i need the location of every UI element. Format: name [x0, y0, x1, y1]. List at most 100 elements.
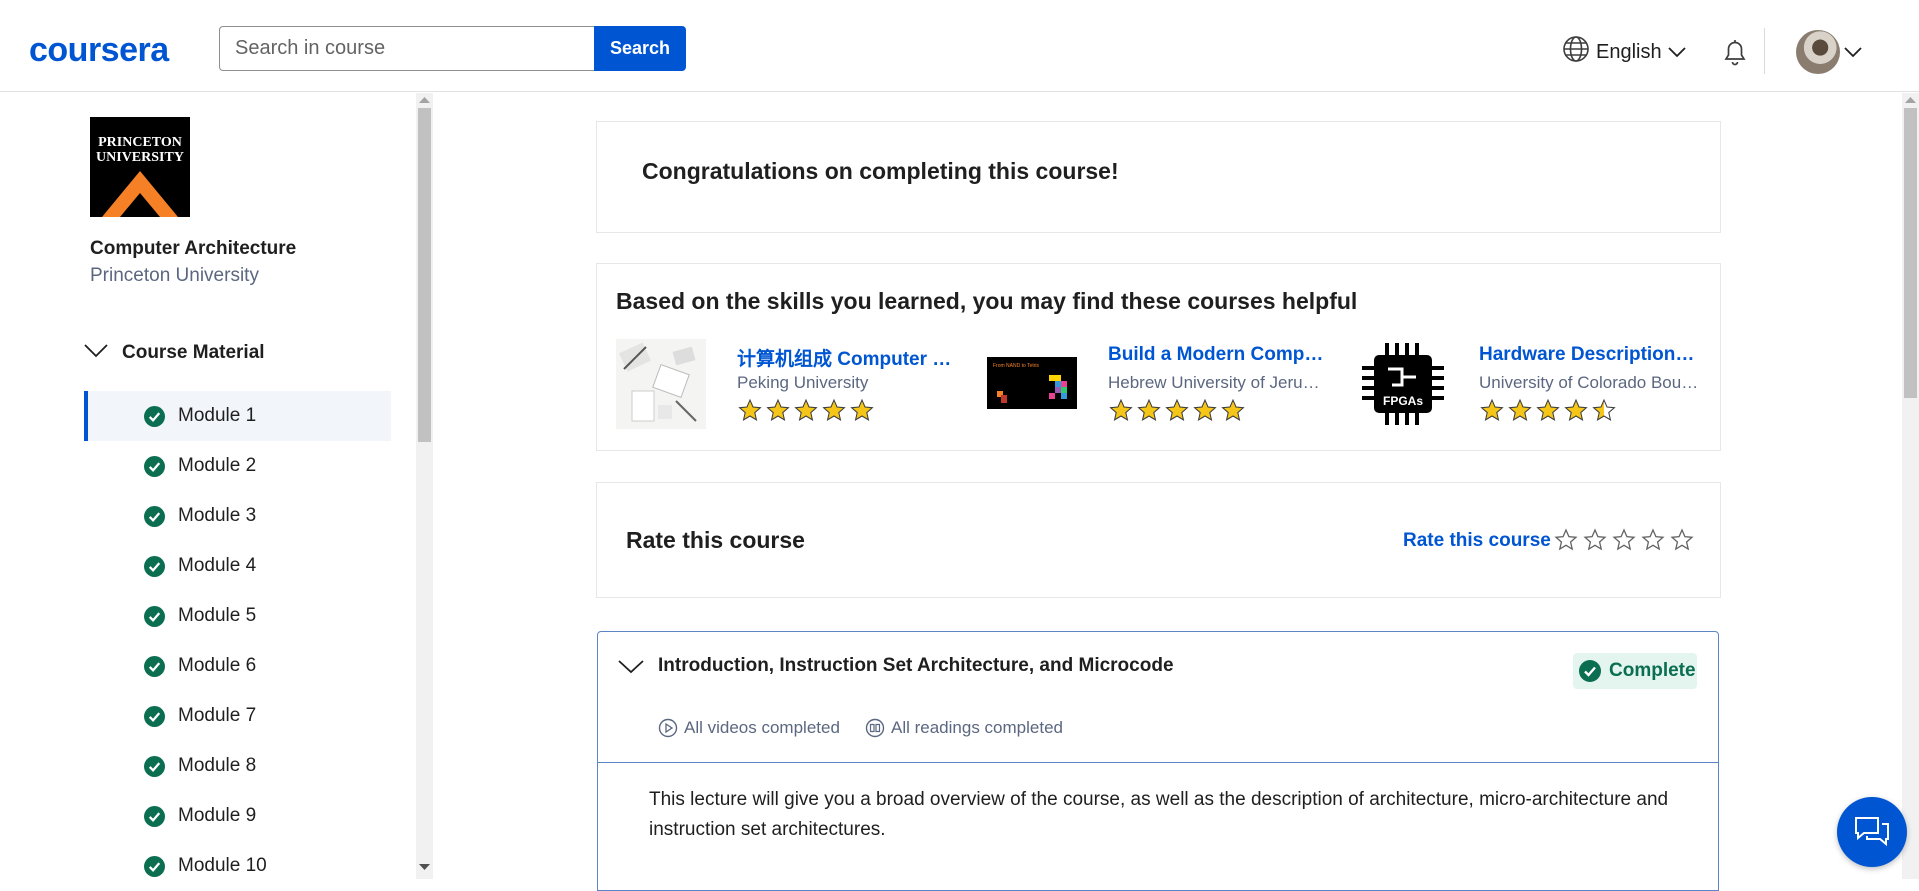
star-half-icon [1592, 398, 1616, 421]
sidebar-item-module-7[interactable]: Module 7 [84, 691, 391, 741]
chat-button[interactable] [1837, 797, 1907, 867]
star-filled-icon [1109, 398, 1133, 421]
module-label: Module 10 [178, 855, 267, 876]
bell-icon[interactable] [1722, 37, 1748, 67]
sidebar-scrollbar-thumb[interactable] [418, 108, 431, 442]
course-material-toggle[interactable]: Course Material [84, 342, 265, 364]
module-title[interactable]: Introduction, Instruction Set Architectu… [658, 655, 1174, 677]
check-circle-icon [144, 806, 165, 827]
star-filled-icon [1564, 398, 1588, 421]
star-filled-icon [738, 398, 762, 421]
star-filled-icon [1137, 398, 1161, 421]
sidebar-item-module-3[interactable]: Module 3 [84, 491, 391, 541]
recommended-course-partner: Peking University [737, 373, 869, 392]
princeton-logo[interactable]: PRINCETON UNIVERSITY [90, 117, 190, 217]
sidebar-item-module-4[interactable]: Module 4 [84, 541, 391, 591]
chevron-down-icon[interactable] [618, 660, 644, 679]
star-filled-icon [794, 398, 818, 421]
check-circle-icon [144, 556, 165, 577]
recommended-course-title[interactable]: 计算机组成 Computer Organization [737, 344, 957, 371]
sidebar-item-module-2[interactable]: Module 2 [84, 441, 391, 491]
course-partner: Princeton University [90, 265, 259, 286]
star-filled-icon [766, 398, 790, 421]
module-card: Introduction, Instruction Set Architectu… [597, 631, 1719, 891]
recommended-course-title[interactable]: Build a Modern Computer from First Princ… [1108, 344, 1328, 366]
congrats-heading: Congratulations on completing this cours… [642, 158, 1119, 184]
rate-course-link[interactable]: Rate this course [1403, 530, 1551, 552]
thumbnail-caption: FPGAs [1383, 394, 1423, 408]
module-label: Module 9 [178, 805, 257, 826]
recommendations-card: Based on the skills you learned, you may… [596, 263, 1721, 451]
star-rating [737, 398, 875, 423]
star-filled-icon [1536, 398, 1560, 421]
check-circle-icon [144, 656, 165, 677]
recommendations-heading: Based on the skills you learned, you may… [616, 288, 1358, 314]
check-circle-icon [1579, 660, 1601, 682]
star-outline-icon[interactable] [1670, 528, 1694, 552]
avatar[interactable] [1796, 30, 1840, 74]
star-outline-icon[interactable] [1583, 528, 1607, 552]
star-outline-icon[interactable] [1612, 528, 1636, 552]
check-circle-icon [144, 756, 165, 777]
chevron-down-icon [1667, 41, 1686, 64]
check-circle-icon [144, 606, 165, 627]
module-description: This lecture will give you a broad overv… [649, 789, 1669, 840]
search-input[interactable] [219, 26, 595, 71]
top-header: coursera Search English [0, 0, 1919, 92]
module-label: Module 2 [178, 455, 257, 476]
star-rating [1108, 398, 1246, 423]
readings-status: All readings completed [865, 718, 1063, 738]
sidebar-item-module-5[interactable]: Module 5 [84, 591, 391, 641]
recommended-course-card[interactable]: From NAND to Tetris Build a Modern Compu… [987, 339, 1357, 431]
chevron-down-icon [84, 342, 108, 364]
module-label: Module 8 [178, 755, 257, 776]
videos-status-label: All videos completed [684, 718, 840, 737]
sidebar-item-module-1[interactable]: Module 1 [84, 391, 391, 441]
star-outline-icon[interactable] [1641, 528, 1665, 552]
module-label: Module 6 [178, 655, 257, 676]
rate-course-heading: Rate this course [626, 527, 805, 553]
module-label: Module 5 [178, 605, 257, 626]
chevron-down-icon[interactable] [1844, 45, 1862, 63]
scroll-down-arrow-icon[interactable] [419, 863, 430, 871]
sidebar-item-module-9[interactable]: Module 9 [84, 791, 391, 841]
language-selector[interactable]: English [1562, 35, 1686, 69]
chat-icon [1855, 817, 1889, 847]
module-label: Module 7 [178, 705, 257, 726]
star-filled-icon [850, 398, 874, 421]
recommended-course-title[interactable]: Hardware Description Languages for FPGA … [1479, 344, 1699, 366]
check-circle-icon [144, 706, 165, 727]
sidebar-item-module-6[interactable]: Module 6 [84, 641, 391, 691]
module-card-divider [598, 762, 1718, 763]
course-thumbnail: From NAND to Tetris [987, 357, 1077, 409]
star-outline-icon[interactable] [1554, 528, 1578, 552]
module-label: Module 3 [178, 505, 257, 526]
star-filled-icon [822, 398, 846, 421]
readings-status-label: All readings completed [891, 718, 1063, 737]
thumbnail-caption: From NAND to Tetris [993, 363, 1040, 369]
module-label: Module 1 [178, 405, 257, 426]
sidebar-item-module-8[interactable]: Module 8 [84, 741, 391, 791]
check-circle-icon [144, 456, 165, 477]
course-title[interactable]: Computer Architecture [90, 238, 296, 260]
module-list: Module 1 Module 2 Module 3 Module 4 Modu… [84, 391, 391, 891]
search-button[interactable]: Search [594, 26, 686, 71]
course-material-label: Course Material [122, 342, 265, 363]
course-thumbnail [616, 339, 706, 429]
scroll-up-arrow-icon[interactable] [419, 96, 430, 104]
recommended-course-card[interactable]: FPGAs Hardware Description Languages for… [1358, 339, 1728, 431]
course-thumbnail: FPGAs [1358, 339, 1448, 429]
scroll-up-arrow-icon[interactable] [1905, 96, 1916, 104]
course-sidebar: PRINCETON UNIVERSITY Computer Architectu… [0, 93, 416, 879]
main-scrollbar-thumb[interactable] [1904, 108, 1917, 398]
recommended-course-card[interactable]: 计算机组成 Computer Organization Peking Unive… [616, 339, 986, 431]
book-circle-icon [865, 718, 885, 738]
coursera-logo[interactable]: coursera [29, 30, 169, 70]
videos-status: All videos completed [658, 718, 840, 738]
recommended-course-partner: University of Colorado Boulder [1479, 373, 1699, 392]
header-divider [1764, 28, 1765, 74]
congrats-card: Congratulations on completing this cours… [596, 121, 1721, 233]
sidebar-item-module-10[interactable]: Module 10 [84, 841, 391, 891]
rate-stars [1554, 528, 1694, 552]
globe-icon [1562, 35, 1590, 69]
